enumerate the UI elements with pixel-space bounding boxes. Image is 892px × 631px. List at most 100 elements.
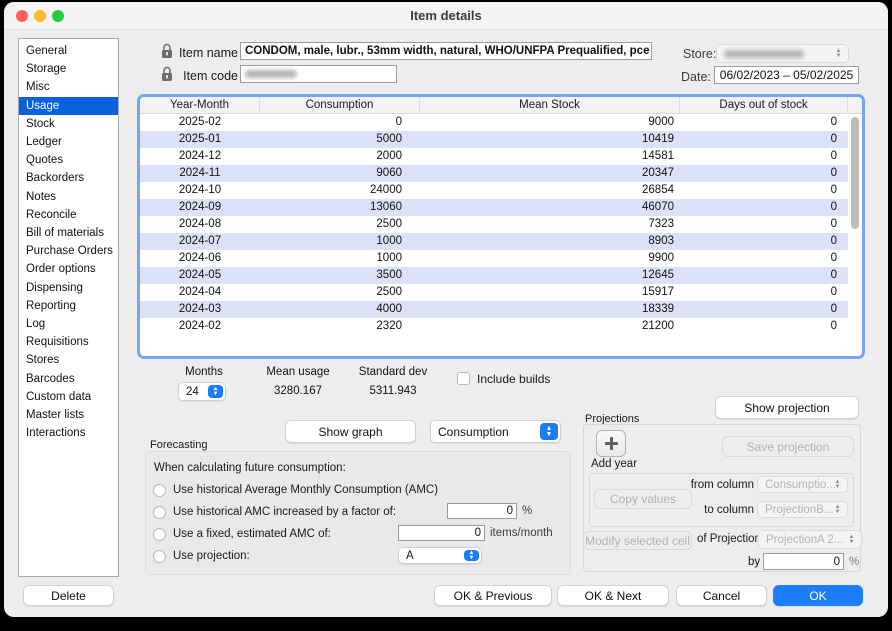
amc-factor-input[interactable]: 0 bbox=[447, 503, 517, 519]
column-header[interactable]: Year-Month bbox=[140, 97, 260, 113]
projection-letter-select[interactable]: A ▲▼ bbox=[398, 547, 482, 564]
standard-dev-value: 5311.943 bbox=[350, 385, 436, 397]
modify-selected-cell-button[interactable]: Modify selected cell bbox=[583, 531, 692, 550]
table-row[interactable]: 2024-034000183390 bbox=[140, 301, 862, 318]
table-cell: 8903 bbox=[420, 233, 680, 250]
ok-button[interactable]: OK bbox=[773, 585, 863, 606]
show-graph-button[interactable]: Show graph bbox=[285, 420, 416, 443]
cancel-button[interactable]: Cancel bbox=[676, 585, 767, 606]
store-select[interactable]: ▲▼ bbox=[716, 44, 849, 63]
from-column-value: Consumptio... bbox=[765, 479, 836, 491]
sidebar-item-purchase-orders[interactable]: Purchase Orders bbox=[19, 242, 118, 260]
fixed-amc-input[interactable]: 0 bbox=[398, 525, 485, 541]
table-row[interactable]: 2024-119060203470 bbox=[140, 165, 862, 182]
table-row[interactable]: 2024-08250073230 bbox=[140, 216, 862, 233]
by-percent-value: 0 bbox=[834, 556, 840, 568]
sidebar-item-master-lists[interactable]: Master lists bbox=[19, 406, 118, 424]
table-cell: 2024-05 bbox=[140, 267, 260, 284]
sidebar-item-log[interactable]: Log bbox=[19, 315, 118, 333]
date-range-field[interactable]: 06/02/2023 – 05/02/2025 bbox=[714, 66, 859, 84]
table-scrollbar[interactable] bbox=[848, 115, 862, 356]
item-name-value: CONDOM, male, lubr., 53mm width, natural… bbox=[245, 45, 649, 57]
table-row[interactable]: 2024-1024000268540 bbox=[140, 182, 862, 199]
save-projection-button[interactable]: Save projection bbox=[722, 436, 854, 457]
by-percent-input[interactable]: 0 bbox=[763, 553, 844, 570]
sidebar-item-dispensing[interactable]: Dispensing bbox=[19, 279, 118, 297]
sidebar-item-notes[interactable]: Notes bbox=[19, 188, 118, 206]
table-cell: 10419 bbox=[420, 131, 680, 148]
sidebar-item-barcodes[interactable]: Barcodes bbox=[19, 370, 118, 388]
store-label: Store: bbox=[683, 47, 716, 61]
table-cell: 14581 bbox=[420, 148, 680, 165]
use-fixed-amc-radio[interactable] bbox=[153, 528, 166, 541]
use-amc-factor-radio[interactable] bbox=[153, 506, 166, 519]
sidebar-item-reconcile[interactable]: Reconcile bbox=[19, 206, 118, 224]
sidebar-item-reporting[interactable]: Reporting bbox=[19, 297, 118, 315]
of-projection-select[interactable]: ProjectionA 2... ▲▼ bbox=[758, 530, 862, 549]
table-cell: 0 bbox=[680, 301, 848, 318]
column-header[interactable]: Mean Stock bbox=[420, 97, 680, 113]
use-projection-radio[interactable] bbox=[153, 550, 166, 563]
column-header[interactable]: Consumption bbox=[260, 97, 420, 113]
sidebar-item-general[interactable]: General bbox=[19, 42, 118, 60]
item-code-redacted-value bbox=[245, 70, 297, 78]
item-name-input[interactable]: CONDOM, male, lubr., 53mm width, natural… bbox=[240, 42, 652, 60]
to-column-select[interactable]: ProjectionB... ▲▼ bbox=[757, 501, 848, 518]
sidebar-item-quotes[interactable]: Quotes bbox=[19, 151, 118, 169]
table-cell: 24000 bbox=[260, 182, 420, 199]
of-projection-value: ProjectionA 2... bbox=[766, 534, 843, 546]
modify-selected-cell-label: Modify selected cell bbox=[585, 534, 690, 548]
sidebar-item-interactions[interactable]: Interactions bbox=[19, 424, 118, 442]
table-row[interactable]: 2024-042500159170 bbox=[140, 284, 862, 301]
ok-previous-button[interactable]: OK & Previous bbox=[434, 585, 552, 606]
table-cell: 2024-09 bbox=[140, 199, 260, 216]
updown-stepper-icon: ▲▼ bbox=[540, 423, 558, 440]
sidebar-item-usage[interactable]: Usage bbox=[19, 97, 118, 115]
sidebar-item-misc[interactable]: Misc bbox=[19, 78, 118, 96]
sidebar-item-ledger[interactable]: Ledger bbox=[19, 133, 118, 151]
sidebar-item-order-options[interactable]: Order options bbox=[19, 260, 118, 278]
table-cell: 0 bbox=[680, 250, 848, 267]
sidebar-item-custom-data[interactable]: Custom data bbox=[19, 388, 118, 406]
table-row[interactable]: 2025-02090000 bbox=[140, 114, 862, 131]
delete-button[interactable]: Delete bbox=[23, 585, 114, 606]
ok-next-button[interactable]: OK & Next bbox=[557, 585, 669, 606]
table-cell: 2024-08 bbox=[140, 216, 260, 233]
table-scrollbar-thumb[interactable] bbox=[851, 117, 859, 229]
table-row[interactable]: 2025-015000104190 bbox=[140, 131, 862, 148]
table-row[interactable]: 2024-07100089030 bbox=[140, 233, 862, 250]
store-redacted-value bbox=[724, 50, 804, 58]
months-select[interactable]: 24 ▲▼ bbox=[178, 382, 226, 401]
column-header[interactable]: Days out of stock bbox=[680, 97, 848, 113]
sidebar-item-bill-of-materials[interactable]: Bill of materials bbox=[19, 224, 118, 242]
sidebar-item-stores[interactable]: Stores bbox=[19, 351, 118, 369]
add-year-button[interactable] bbox=[596, 430, 626, 457]
sidebar-item-backorders[interactable]: Backorders bbox=[19, 169, 118, 187]
table-row[interactable]: 2024-06100099000 bbox=[140, 250, 862, 267]
updown-stepper-icon: ▲▼ bbox=[208, 385, 223, 398]
graph-series-select[interactable]: Consumption ▲▼ bbox=[430, 420, 561, 443]
sidebar-item-stock[interactable]: Stock bbox=[19, 115, 118, 133]
sidebar-item-requisitions[interactable]: Requisitions bbox=[19, 333, 118, 351]
from-column-label: from column bbox=[664, 479, 754, 491]
from-column-select[interactable]: Consumptio... ▲▼ bbox=[757, 476, 848, 493]
item-code-input[interactable] bbox=[240, 65, 397, 83]
table-row[interactable]: 2024-053500126450 bbox=[140, 267, 862, 284]
usage-table-body: 2025-020900002025-0150001041902024-12200… bbox=[140, 114, 862, 335]
forecasting-group-label: Forecasting bbox=[150, 439, 207, 451]
forecasting-intro: When calculating future consumption: bbox=[154, 462, 346, 474]
table-cell: 18339 bbox=[420, 301, 680, 318]
table-row[interactable]: 2024-022320212000 bbox=[140, 318, 862, 335]
table-row[interactable]: 2024-122000145810 bbox=[140, 148, 862, 165]
table-row[interactable]: 2024-0913060460700 bbox=[140, 199, 862, 216]
include-builds-checkbox[interactable] bbox=[457, 372, 470, 385]
ok-label: OK bbox=[809, 589, 826, 603]
show-projection-button[interactable]: Show projection bbox=[715, 396, 859, 419]
amc-factor-value: 0 bbox=[507, 505, 513, 517]
sidebar-item-storage[interactable]: Storage bbox=[19, 60, 118, 78]
column-header-corner bbox=[848, 97, 862, 113]
show-projection-label: Show projection bbox=[744, 401, 829, 415]
table-cell: 2000 bbox=[260, 148, 420, 165]
use-amc-radio[interactable] bbox=[153, 484, 166, 497]
by-percent-unit: % bbox=[849, 556, 859, 568]
